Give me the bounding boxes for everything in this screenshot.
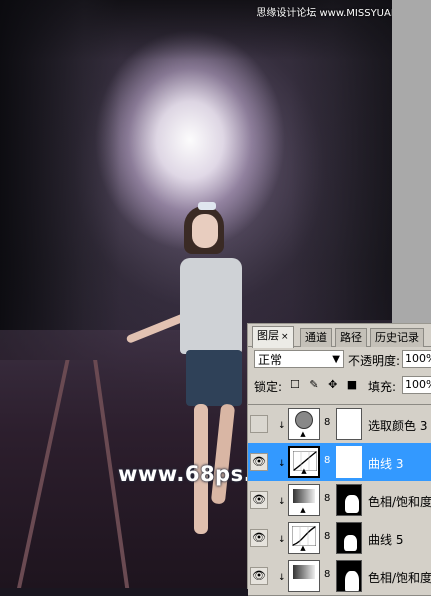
- girl-bow: [198, 202, 216, 210]
- blend-row: 正常 ▼ 不透明度: 100%: [252, 350, 431, 370]
- tab-label: 路径: [340, 331, 362, 344]
- clip-arrow-icon: ↓: [278, 421, 286, 431]
- visibility-toggle[interactable]: [250, 415, 268, 433]
- layer-row[interactable]: ↓ ▲ 8 选取颜色 3: [248, 405, 431, 444]
- eye-icon[interactable]: 👁: [250, 491, 268, 509]
- layer-mask: [336, 484, 362, 516]
- fill-input[interactable]: 100%: [402, 376, 431, 394]
- clip-arrow-icon: ↓: [278, 497, 286, 507]
- adjustment-thumbnail: ▲: [288, 408, 320, 440]
- clip-arrow-icon: ↓: [278, 459, 286, 469]
- opacity-label: 不透明度:: [348, 354, 401, 368]
- opacity-input[interactable]: 100%: [402, 350, 431, 368]
- layer-row[interactable]: 👁 ↓ 8 色相/饱和度: [248, 557, 431, 596]
- selective-color-icon: [295, 411, 313, 429]
- link-icon[interactable]: 8: [324, 531, 330, 542]
- link-icon[interactable]: 8: [324, 493, 330, 504]
- layers-panel: 图层× 通道 路径 历史记录 正常 ▼ 不透明度: 100% 锁定: ☐ ✎ ✥…: [247, 323, 431, 596]
- lock-label: 锁定:: [254, 380, 283, 394]
- girl-face: [192, 214, 218, 248]
- layer-name: 选取颜色 3: [368, 419, 428, 433]
- tab-label: 历史记录: [375, 331, 419, 344]
- blend-mode-select[interactable]: 正常 ▼: [254, 350, 344, 368]
- girl-leg: [210, 403, 236, 505]
- eye-icon[interactable]: 👁: [250, 567, 268, 585]
- eye-icon[interactable]: 👁: [250, 529, 268, 547]
- chevron-down-icon: ▼: [332, 354, 340, 365]
- panel-tabs: 图层 × 通道 路径 历史记录: [248, 326, 431, 348]
- curves-icon: [292, 526, 316, 546]
- eye-icon[interactable]: 👁: [250, 453, 268, 471]
- girl-top: [180, 258, 242, 354]
- triangle-icon: ▲: [300, 544, 306, 552]
- lock-row: 锁定: ☐ ✎ ✥ ■ 填充: 100%: [252, 376, 431, 396]
- tab-channels[interactable]: 通道: [300, 328, 332, 347]
- tab-paths[interactable]: 路径: [335, 328, 367, 347]
- layer-mask: [336, 560, 362, 592]
- lock-icons[interactable]: ☐ ✎ ✥ ■: [290, 378, 360, 391]
- link-icon[interactable]: 8: [324, 417, 330, 428]
- mask-shape: [344, 535, 357, 551]
- mask-shape: [345, 495, 359, 513]
- blend-mode-value: 正常: [258, 353, 283, 367]
- tab-layers[interactable]: 图层 ×: [252, 326, 294, 348]
- layer-row[interactable]: 👁 ↓ ▲ 8 曲线 3: [248, 443, 431, 482]
- triangle-icon: ▲: [300, 506, 306, 514]
- canvas-background-strip: [392, 0, 431, 323]
- triangle-icon: ▲: [301, 467, 307, 475]
- layer-row[interactable]: 👁 ↓ ▲ 8 色相/饱和度: [248, 481, 431, 520]
- link-icon[interactable]: 8: [324, 569, 330, 580]
- fill-label: 填充:: [368, 380, 397, 394]
- hue-saturation-icon: [293, 565, 315, 579]
- clip-arrow-icon: ↓: [278, 535, 286, 545]
- adjustment-thumbnail: ▲: [288, 484, 320, 516]
- tab-history[interactable]: 历史记录: [370, 328, 424, 347]
- adjustment-thumbnail: [288, 560, 320, 592]
- clip-arrow-icon: ↓: [278, 573, 286, 583]
- link-icon[interactable]: 8: [324, 455, 330, 466]
- layer-name: 色相/饱和度: [368, 571, 431, 585]
- adjustment-thumbnail: ▲: [288, 522, 320, 554]
- trees-left: [0, 0, 120, 360]
- layer-list: ↓ ▲ 8 选取颜色 3 👁 ↓ ▲ 8 曲线 3 👁 ↓ ▲ 8 色相/饱和度…: [248, 404, 431, 596]
- girl-shorts: [186, 350, 242, 406]
- hue-saturation-icon: [293, 489, 315, 503]
- tab-label: 通道: [305, 331, 327, 344]
- layer-row[interactable]: 👁 ↓ ▲ 8 曲线 5: [248, 519, 431, 558]
- tab-label: 图层: [257, 329, 279, 342]
- layer-mask: [336, 408, 362, 440]
- layer-mask: [336, 522, 362, 554]
- mask-shape: [345, 571, 359, 591]
- layer-name: 色相/饱和度: [368, 495, 431, 509]
- layer-name: 曲线 5: [368, 533, 404, 547]
- layer-mask: [336, 446, 362, 478]
- close-icon[interactable]: ×: [281, 332, 289, 342]
- layer-name: 曲线 3: [368, 457, 404, 471]
- triangle-icon: ▲: [300, 430, 306, 438]
- adjustment-thumbnail: ▲: [288, 446, 320, 478]
